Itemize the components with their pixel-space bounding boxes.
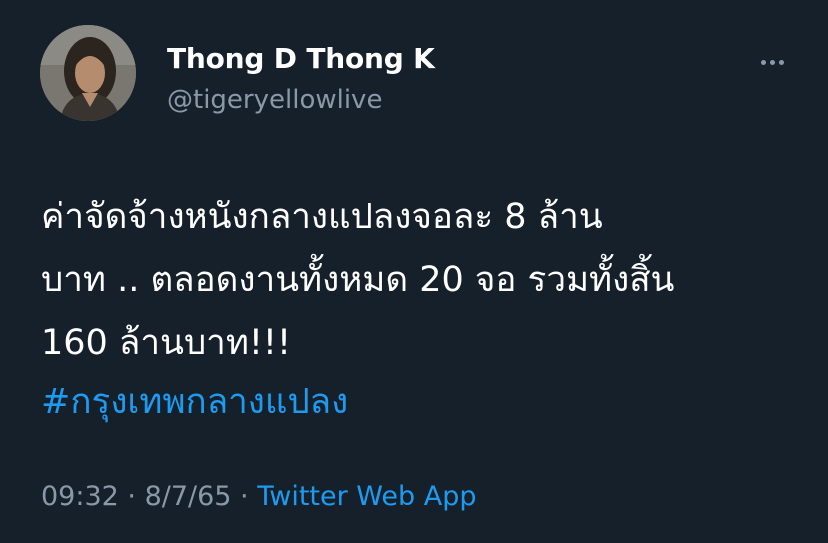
tweet-text-line: 160 ล้านบาท!!!: [41, 323, 291, 363]
tweet-time[interactable]: 09:32: [41, 481, 119, 512]
more-horizontal-icon-dot: [769, 59, 775, 65]
more-options-button[interactable]: [752, 50, 792, 74]
avatar-image: [40, 25, 136, 121]
tweet-metadata: 09:32 · 8/7/65 · Twitter Web App: [41, 481, 477, 512]
source-app-link[interactable]: Twitter Web App: [257, 481, 476, 512]
tweet-card: Thong D Thong K @tigeryellowlive ค่าจัดจ…: [0, 0, 828, 543]
display-name[interactable]: Thong D Thong K: [167, 42, 435, 75]
hashtag-link[interactable]: #กรุงเทพกลางแปลง: [41, 374, 348, 430]
tweet-text-line: บาท .. ตลอดงานทั้งหมด 20 จอ รวมทั้งสิ้น: [41, 260, 675, 300]
tweet-text-line: ค่าจัดจ้างหนังกลางแปลงจอละ 8 ล้าน: [41, 197, 603, 237]
meta-separator: ·: [231, 481, 258, 512]
avatar[interactable]: [40, 25, 136, 121]
tweet-date[interactable]: 8/7/65: [145, 481, 232, 512]
more-horizontal-icon: [760, 59, 766, 65]
more-horizontal-icon-dot: [778, 59, 784, 65]
user-handle[interactable]: @tigeryellowlive: [167, 85, 382, 115]
meta-separator: ·: [118, 481, 145, 512]
tweet-text: ค่าจัดจ้างหนังกลางแปลงจอละ 8 ล้าน บาท ..…: [41, 186, 801, 375]
